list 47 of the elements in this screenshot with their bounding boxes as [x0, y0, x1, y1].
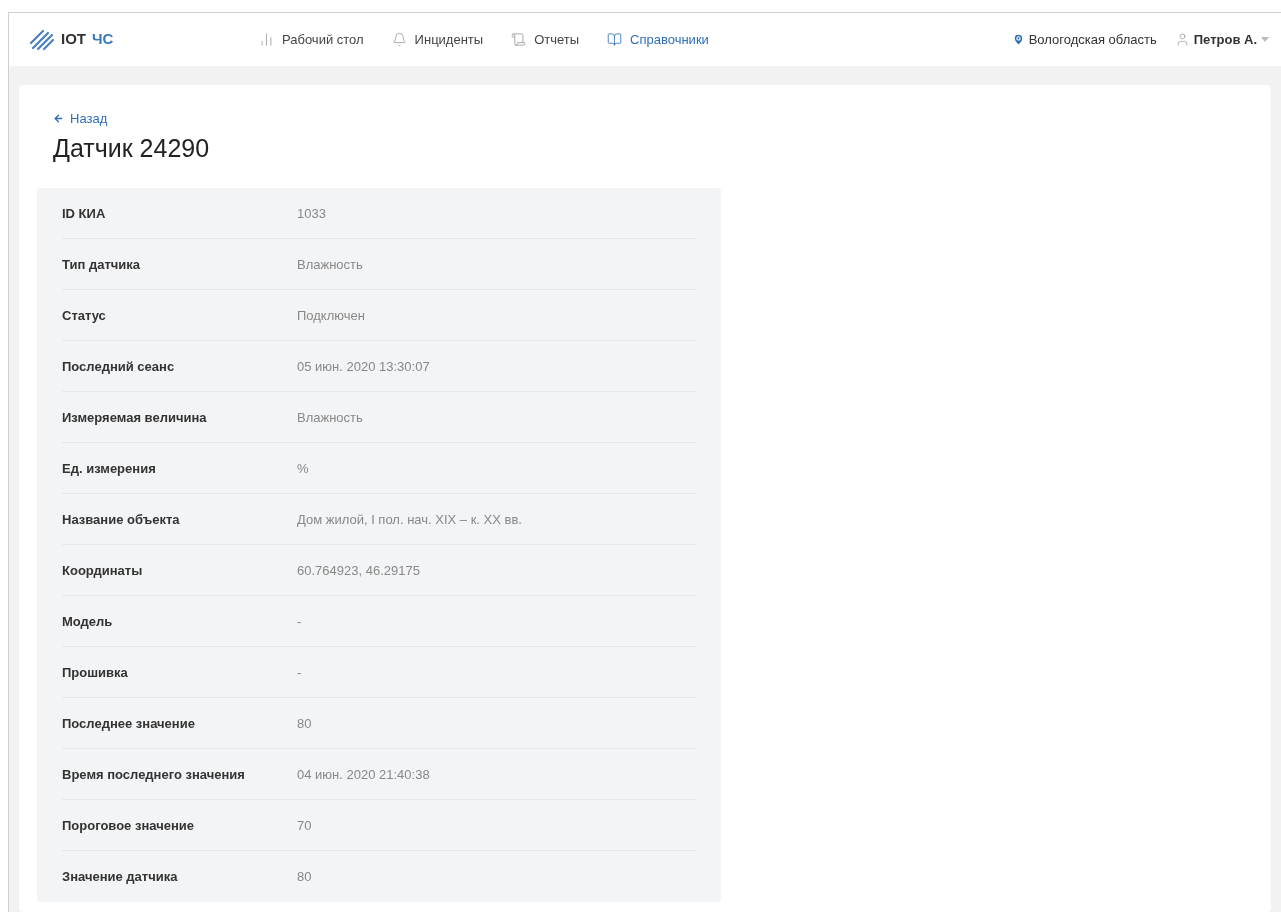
field-value: %	[297, 459, 309, 478]
chart-icon	[259, 32, 274, 47]
field-label: Ед. измерения	[62, 459, 157, 478]
field-label: Значение датчика	[62, 868, 179, 886]
logo-accent-text: ЧС	[92, 29, 114, 50]
field-value: 60.764923, 46.29175	[297, 561, 420, 580]
nav-link[interactable]: Справочники	[607, 29, 709, 50]
field-value: 05 июн. 2020 13:30:07	[297, 357, 430, 376]
field-value: 1033	[297, 204, 326, 223]
field-label: Статус	[62, 306, 107, 325]
field-value: Дом жилой, I пол. нач. XIX – к. XX вв.	[297, 510, 522, 529]
field-label: Тип датчика	[62, 255, 142, 274]
caret-icon	[1261, 37, 1269, 42]
region-selector[interactable]: Вологодская область	[1011, 29, 1157, 50]
field-value: 80	[297, 868, 312, 886]
field-value: 70	[297, 816, 312, 835]
field-label: Пороговое значение	[62, 816, 196, 835]
field-label: Последний сеанс	[62, 357, 176, 376]
nav-link[interactable]: Рабочий стол	[259, 29, 364, 50]
field-label: Время последнего значения	[62, 765, 246, 784]
nav-link[interactable]: Отчеты	[511, 29, 580, 50]
field-value: Влажность	[297, 255, 363, 274]
field-label: Название объекта	[62, 510, 181, 529]
field-value: -	[297, 663, 302, 682]
field-label: Прошивка	[62, 663, 129, 682]
user-icon	[1174, 32, 1190, 47]
field-value: 04 июн. 2020 21:40:38	[297, 765, 430, 784]
field-label: Координаты	[62, 561, 144, 580]
field-value: 80	[297, 714, 312, 733]
field-value: -	[297, 612, 302, 631]
field-label: ID КИА	[62, 204, 107, 223]
nav-link[interactable]: Инциденты	[391, 29, 484, 50]
scroll-icon	[511, 32, 527, 47]
arrow-left-icon	[53, 113, 64, 124]
bell-icon	[391, 32, 407, 47]
logo-text: IOT	[61, 29, 86, 50]
location-pin-icon	[1011, 33, 1025, 46]
field-label: Измеряемая величина	[62, 408, 208, 427]
book-icon	[607, 32, 623, 47]
field-label: Последнее значение	[62, 714, 196, 733]
back-link[interactable]: Назад	[53, 108, 108, 129]
field-value: Влажность	[297, 408, 363, 427]
field-value: Подключен	[297, 306, 365, 325]
page-title: Датчик 24290	[53, 133, 211, 164]
field-label: Модель	[62, 612, 114, 631]
user-menu[interactable]: Петров А.	[1174, 29, 1269, 50]
logo-icon	[29, 28, 55, 51]
